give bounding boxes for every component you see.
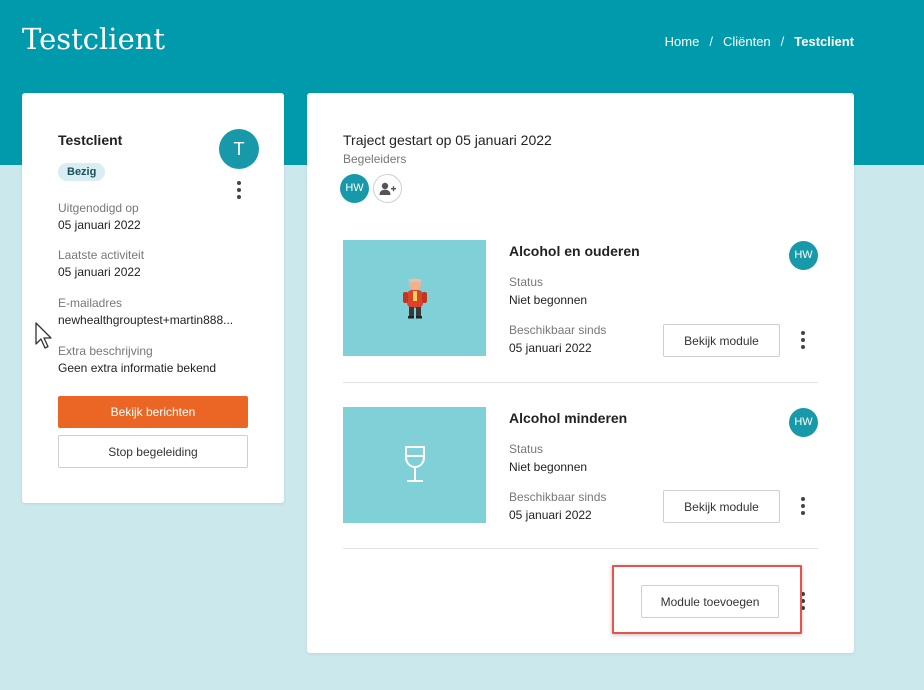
module-since-value: 05 januari 2022 xyxy=(509,341,592,355)
breadcrumb-current: Testclient xyxy=(794,34,854,49)
module-since-label: Beschikbaar sinds xyxy=(509,490,607,504)
last-activity-label: Laatste activiteit xyxy=(58,248,145,262)
module-more-icon[interactable] xyxy=(798,497,808,515)
view-module-button[interactable]: Bekijk module xyxy=(663,490,780,523)
module-divider xyxy=(343,548,818,549)
module-status-label: Status xyxy=(509,275,544,289)
module-thumbnail[interactable] xyxy=(343,240,486,356)
breadcrumb-separator: / xyxy=(709,34,713,49)
module-coach-avatar: HW xyxy=(789,408,818,437)
invited-value: 05 januari 2022 xyxy=(58,218,141,232)
client-name: Testclient xyxy=(58,132,123,148)
breadcrumb-home[interactable]: Home xyxy=(665,34,700,49)
coaches-label: Begeleiders xyxy=(343,152,407,166)
add-person-icon xyxy=(379,182,396,195)
status-badge: Bezig xyxy=(58,163,106,181)
description-label: Extra beschrijving xyxy=(58,344,153,358)
add-coach-button[interactable] xyxy=(373,174,402,203)
view-module-button[interactable]: Bekijk module xyxy=(663,324,780,357)
module-thumbnail[interactable] xyxy=(343,407,486,523)
wine-glass-icon xyxy=(404,446,425,482)
client-more-icon[interactable] xyxy=(234,181,244,199)
client-card: Testclient Bezig T Uitgenodigd op 05 jan… xyxy=(22,93,284,503)
elderly-man-illustration xyxy=(402,278,427,319)
module-coach-avatar: HW xyxy=(789,241,818,270)
description-value: Geen extra informatie bekend xyxy=(58,361,217,375)
traject-card: Traject gestart op 05 januari 2022 Begel… xyxy=(307,93,854,653)
breadcrumb-clients[interactable]: Cliënten xyxy=(723,34,771,49)
add-module-button[interactable]: Module toevoegen xyxy=(641,585,779,618)
coach-avatar[interactable]: HW xyxy=(340,174,369,203)
module-status-value: Niet begonnen xyxy=(509,460,588,474)
page-title: Testclient xyxy=(22,22,166,56)
module-since-label: Beschikbaar sinds xyxy=(509,323,607,337)
module-title: Alcohol en ouderen xyxy=(509,243,640,259)
module-title: Alcohol minderen xyxy=(509,410,628,426)
mouse-cursor-icon xyxy=(35,322,52,349)
breadcrumb-separator: / xyxy=(780,34,785,49)
traject-title: Traject gestart op 05 januari 2022 xyxy=(343,132,552,148)
module-status-label: Status xyxy=(509,442,544,456)
email-value: newhealthgrouptest+martin888... xyxy=(58,313,234,327)
last-activity-value: 05 januari 2022 xyxy=(58,265,141,279)
stop-coaching-button[interactable]: Stop begeleiding xyxy=(58,435,248,468)
client-avatar: T xyxy=(219,129,259,169)
module-status-value: Niet begonnen xyxy=(509,293,588,307)
view-messages-button[interactable]: Bekijk berichten xyxy=(58,396,248,428)
module-since-value: 05 januari 2022 xyxy=(509,508,592,522)
add-module-more-icon[interactable] xyxy=(798,592,808,610)
module-more-icon[interactable] xyxy=(798,331,808,349)
invited-label: Uitgenodigd op xyxy=(58,201,139,215)
breadcrumb: Home / Cliënten / Testclient xyxy=(665,34,854,49)
module-divider xyxy=(343,382,818,383)
email-label: E-mailadres xyxy=(58,296,123,310)
